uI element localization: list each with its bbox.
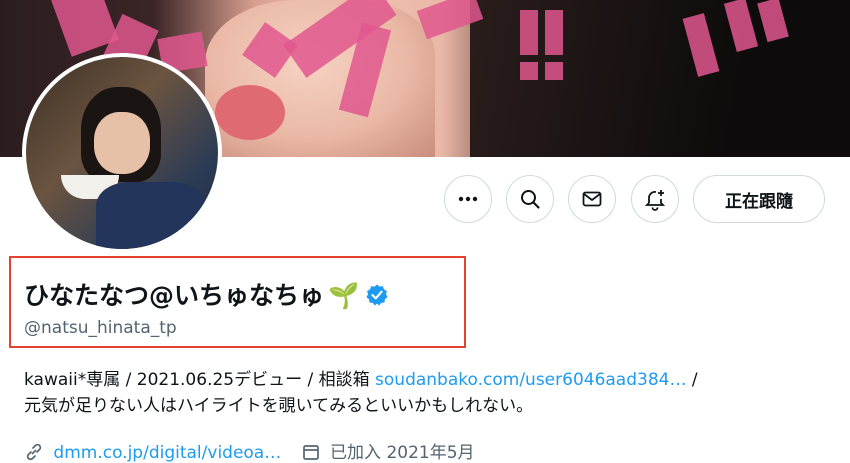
banner-graphic-stroke	[545, 62, 563, 80]
website-link[interactable]: dmm.co.jp/digital/videoa…	[53, 443, 281, 463]
profile-avatar[interactable]	[22, 53, 222, 253]
display-name: ひなたなつ@いちゅなちゅ 🌱	[24, 276, 389, 312]
bio-text-tail: /	[686, 370, 698, 390]
banner-lips	[215, 85, 285, 140]
avatar-clothes	[96, 182, 206, 249]
display-name-text: ひなたなつ@いちゅなちゅ	[24, 281, 325, 310]
message-button[interactable]	[568, 175, 616, 223]
bio-link[interactable]: soudanbako.com/user6046aad384…	[375, 370, 686, 390]
search-button[interactable]	[506, 175, 554, 223]
bio-line-1: kawaii*専属 / 2021.06.25デビュー / 相談箱 soudanb…	[24, 367, 834, 393]
more-button[interactable]	[444, 175, 492, 223]
following-button[interactable]: 正在跟隨	[693, 175, 825, 223]
sprout-emoji: 🌱	[328, 281, 360, 310]
avatar-face	[94, 112, 150, 174]
verified-badge-icon[interactable]	[365, 283, 389, 307]
bell-plus-icon	[644, 190, 666, 211]
bio-text: kawaii*専属 / 2021.06.25デビュー / 相談箱	[24, 370, 376, 390]
banner-graphic-stroke	[545, 10, 563, 55]
notify-button[interactable]	[631, 175, 679, 223]
banner-graphic-stroke	[520, 62, 538, 80]
banner-graphic-stroke	[520, 10, 538, 55]
following-button-label: 正在跟隨	[725, 191, 793, 212]
joined-date: 已加入 2021年5月	[330, 443, 475, 463]
link-icon	[26, 443, 42, 461]
calendar-icon	[302, 445, 319, 460]
user-handle: @natsu_hinata_tp	[24, 318, 177, 338]
search-icon	[521, 190, 540, 209]
bio-line-2: 元気が足りない人はハイライトを覗いてみるといいかもしれない。	[24, 396, 534, 416]
profile-bio: kawaii*専属 / 2021.06.25デビュー / 相談箱 soudanb…	[24, 367, 834, 419]
profile-meta: dmm.co.jp/digital/videoa… 已加入 2021年5月	[24, 438, 475, 463]
more-icon	[458, 196, 478, 202]
mail-icon	[582, 191, 602, 207]
